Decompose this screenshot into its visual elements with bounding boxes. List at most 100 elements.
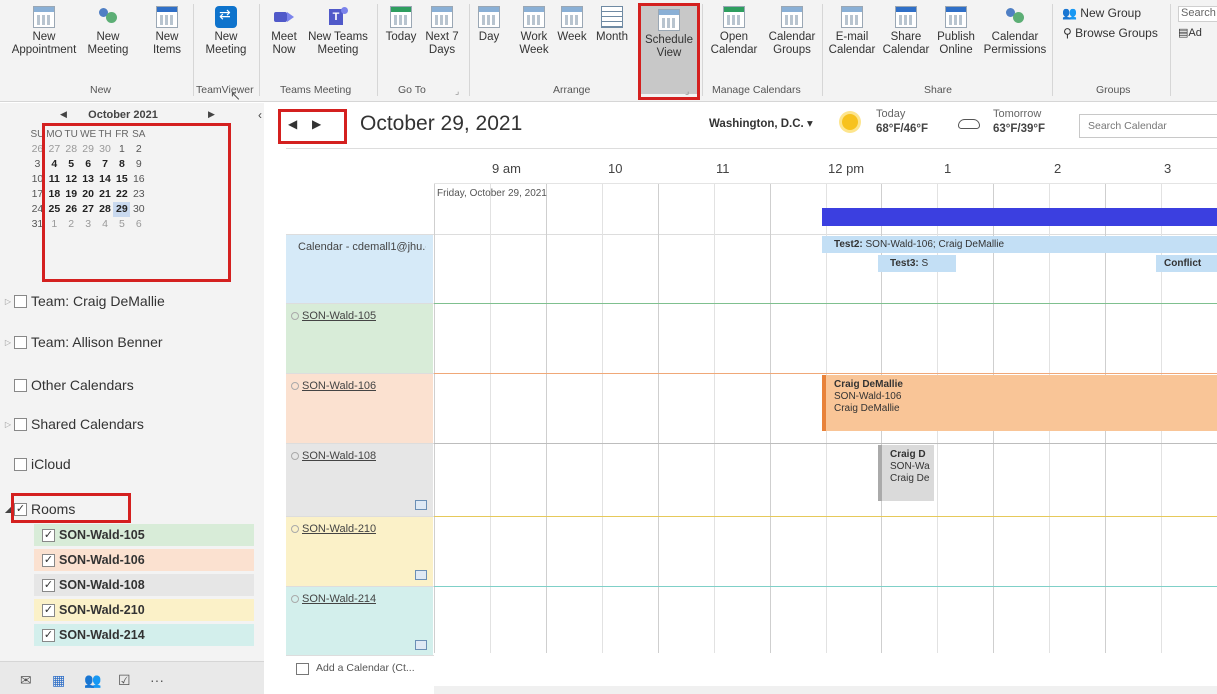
people-icon[interactable]: 👥 (84, 672, 101, 689)
collapse-pane-icon[interactable]: ‹ (258, 108, 262, 122)
day-cell[interactable]: 23 (130, 187, 147, 202)
expand-icon[interactable]: ▷ (0, 338, 14, 347)
next-month-icon[interactable]: ▶ (208, 109, 215, 120)
radio-icon[interactable] (291, 452, 299, 460)
day-cell[interactable]: 31 (29, 217, 46, 232)
mail-icon[interactable]: ✉ (20, 672, 32, 689)
day-cell[interactable]: 27 (80, 202, 97, 217)
day-cell[interactable]: 21 (97, 187, 114, 202)
room-calendar-item[interactable]: ✓ SON-Wald-105 (34, 524, 254, 546)
day-cell[interactable]: 9 (130, 157, 147, 172)
checkbox-checked[interactable]: ✓ (42, 553, 55, 567)
today-button[interactable]: Today (383, 2, 419, 44)
checkbox-checked[interactable]: ✓ (42, 603, 55, 617)
new-items-button[interactable]: New Items (144, 2, 190, 57)
folder-rooms[interactable]: ◢ ✓ Rooms (0, 497, 254, 521)
checkbox[interactable] (14, 294, 27, 308)
row-label-room[interactable]: SON-Wald-108 (286, 444, 433, 516)
room-calendar-item[interactable]: ✓ SON-Wald-210 (34, 599, 254, 621)
next-7-days-button[interactable]: Next 7 Days (419, 2, 465, 57)
open-calendar-button[interactable]: Open Calendar (704, 2, 764, 57)
day-cell[interactable]: 11 (46, 172, 63, 187)
event-room-106[interactable]: Craig DeMallie SON-Wald-106 Craig DeMall… (822, 375, 1217, 431)
day-cell[interactable]: 1 (113, 142, 130, 157)
event-test2[interactable]: Test2: SON-Wald-106; Craig DeMallie (822, 236, 1217, 253)
day-cell[interactable]: 3 (80, 217, 97, 232)
more-icon[interactable]: ··· (150, 672, 164, 688)
radio-icon[interactable] (291, 595, 299, 603)
day-cell[interactable]: 5 (63, 157, 80, 172)
day-cell[interactable]: 22 (113, 187, 130, 202)
day-cell[interactable]: 10 (29, 172, 46, 187)
day-cell[interactable]: 25 (46, 202, 63, 217)
previous-month-icon[interactable]: ◀ (60, 109, 67, 120)
day-cell[interactable]: 26 (63, 202, 80, 217)
folder-other-calendars[interactable]: Other Calendars (0, 373, 254, 397)
schedule-view-button[interactable]: Schedule View (640, 5, 698, 94)
tasks-icon[interactable]: ☑ (118, 672, 131, 689)
address-book-button[interactable]: ▤Ad (1178, 26, 1202, 39)
add-calendar-button[interactable]: Add a Calendar (Ct... (286, 655, 434, 683)
checkbox-checked[interactable]: ✓ (42, 528, 55, 542)
day-cell[interactable]: 28 (97, 202, 114, 217)
dialog-launcher-icon[interactable]: ⌟ (685, 86, 689, 97)
room-calendar-item[interactable]: ✓ SON-Wald-214 (34, 624, 254, 646)
day-cell[interactable]: 5 (113, 217, 130, 232)
day-cell[interactable]: 6 (80, 157, 97, 172)
folder-team-craig[interactable]: ▷ Team: Craig DeMallie (0, 289, 254, 313)
new-meeting-button[interactable]: New Meeting (86, 2, 130, 57)
day-cell[interactable]: 30 (97, 142, 114, 157)
day-cell[interactable]: 3 (29, 157, 46, 172)
dialog-launcher-icon[interactable]: ⌟ (455, 86, 459, 97)
day-cell[interactable]: 17 (29, 187, 46, 202)
work-week-view-button[interactable]: Work Week (516, 2, 552, 57)
radio-icon[interactable] (291, 382, 299, 390)
busy-block[interactable] (822, 208, 1217, 226)
day-view-button[interactable]: Day (474, 2, 504, 44)
day-cell[interactable]: 18 (46, 187, 63, 202)
room-calendar-icon[interactable] (415, 570, 427, 580)
day-cell[interactable]: 19 (63, 187, 80, 202)
day-cell[interactable]: 4 (97, 217, 114, 232)
new-teamviewer-meeting-button[interactable]: New Meeting (198, 2, 254, 57)
previous-day-icon[interactable]: ◀ (288, 117, 297, 131)
email-calendar-button[interactable]: E-mail Calendar (826, 2, 878, 57)
room-calendar-item[interactable]: ✓ SON-Wald-108 (34, 574, 254, 596)
day-cell[interactable]: 14 (97, 172, 114, 187)
row-label-room[interactable]: SON-Wald-106 (286, 374, 433, 443)
folder-shared-calendars[interactable]: ▷ Shared Calendars (0, 412, 254, 436)
expand-icon[interactable]: ▷ (0, 297, 14, 306)
row-label-room[interactable]: SON-Wald-210 (286, 517, 433, 586)
day-cell[interactable]: 12 (63, 172, 80, 187)
radio-icon[interactable] (291, 525, 299, 533)
day-cell[interactable]: 28 (63, 142, 80, 157)
event-room-108[interactable]: Craig D SON-Wa Craig De (878, 445, 934, 501)
row-label-room[interactable]: SON-Wald-214 (286, 587, 433, 656)
day-cell[interactable]: 4 (46, 157, 63, 172)
day-cell[interactable]: 15 (113, 172, 130, 187)
event-test3[interactable]: Test3: S (878, 255, 956, 272)
publish-online-button[interactable]: Publish Online (932, 2, 980, 57)
day-cell[interactable]: 2 (130, 142, 147, 157)
day-cell[interactable]: 13 (80, 172, 97, 187)
day-cell[interactable]: 27 (46, 142, 63, 157)
room-calendar-icon[interactable] (415, 500, 427, 510)
collapse-icon[interactable]: ◢ (0, 505, 14, 514)
day-cell[interactable]: 6 (130, 217, 147, 232)
day-cell[interactable]: 1 (46, 217, 63, 232)
checkbox-checked[interactable]: ✓ (42, 628, 55, 642)
room-calendar-icon[interactable] (415, 640, 427, 650)
day-cell[interactable]: 26 (29, 142, 46, 157)
search-calendar-input[interactable]: Search Calendar (1079, 114, 1217, 138)
day-cell[interactable]: 29 (80, 142, 97, 157)
row-label-room[interactable]: SON-Wald-105 (286, 304, 433, 373)
day-cell[interactable]: 24 (29, 202, 46, 217)
expand-icon[interactable]: ▷ (0, 420, 14, 429)
day-cell[interactable]: 16 (130, 172, 147, 187)
calendar-groups-button[interactable]: Calendar Groups (766, 2, 818, 57)
radio-icon[interactable] (291, 312, 299, 320)
room-calendar-item[interactable]: ✓ SON-Wald-106 (34, 549, 254, 571)
day-cell[interactable]: 2 (63, 217, 80, 232)
new-appointment-button[interactable]: New Appointment (6, 2, 82, 57)
share-calendar-button[interactable]: Share Calendar (880, 2, 932, 57)
